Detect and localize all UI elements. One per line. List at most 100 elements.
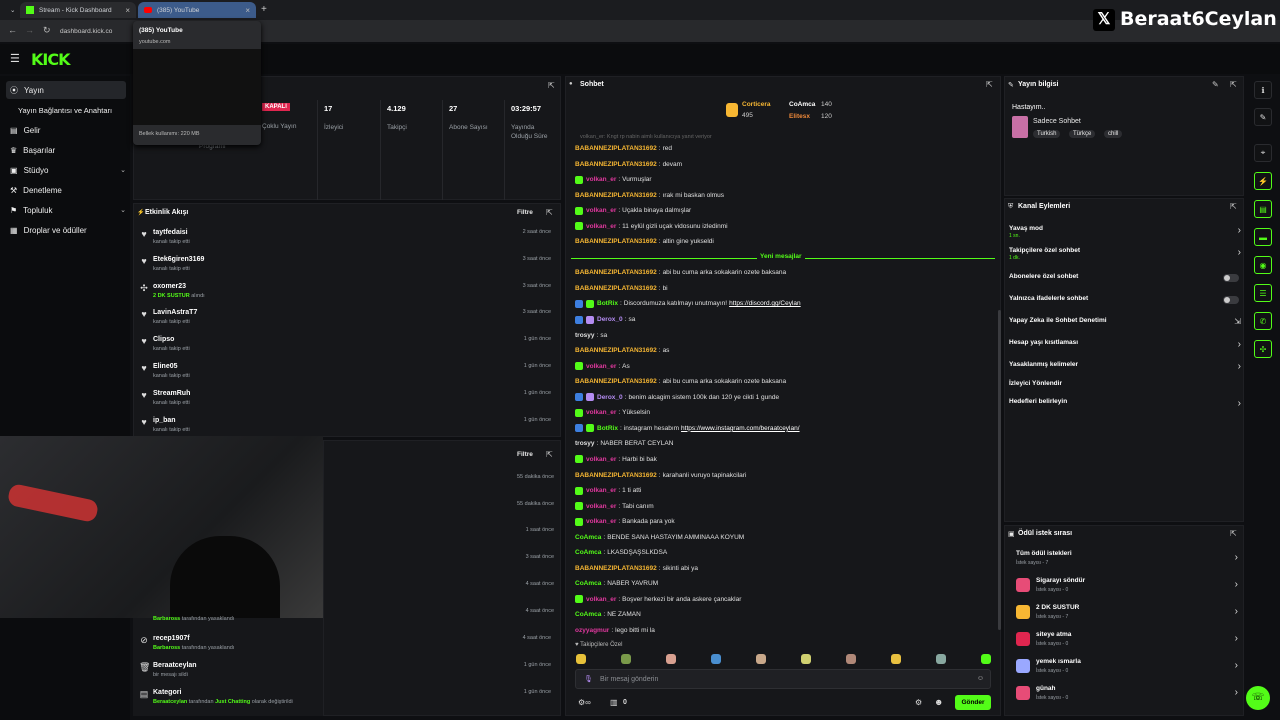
all-rewards-row[interactable]: Tüm ödül istekleri İstek sayısı - 7 › bbox=[1016, 549, 1238, 573]
emote-icon[interactable] bbox=[576, 654, 586, 664]
sidebar-item-stream-key[interactable]: Yayın Bağlantısı ve Anahtarı bbox=[14, 101, 134, 119]
channel-action-row[interactable]: Yapay Zeka ile Sohbet Denetimi ⇲ bbox=[1009, 317, 1241, 335]
microphone-icon[interactable]: 🎙 bbox=[584, 675, 593, 683]
subscriber-badge-icon bbox=[575, 595, 583, 604]
points-icon[interactable]: ⚙∞ bbox=[578, 698, 591, 707]
toggle-switch[interactable] bbox=[1223, 274, 1239, 282]
emote-icon[interactable] bbox=[891, 654, 901, 664]
channel-action-row[interactable]: Yalnızca ifadelerle sohbet bbox=[1009, 295, 1241, 313]
menu-icon[interactable]: ☰ bbox=[10, 52, 20, 65]
back-icon[interactable]: ← bbox=[8, 25, 17, 35]
chat-username: CoAmca bbox=[575, 549, 602, 557]
mod-log-desc: Beraatceylan tarafından Just Chatting ol… bbox=[153, 699, 293, 705]
emote-icon[interactable] bbox=[936, 654, 946, 664]
expand-icon[interactable]: ⇱ bbox=[1230, 80, 1237, 89]
emote-icon[interactable] bbox=[981, 654, 991, 664]
expand-icon[interactable]: ⇱ bbox=[546, 450, 553, 459]
chat-message: BotRix: Discordumuza katılmayı unutmayın!… bbox=[575, 297, 995, 310]
sidebar-item-basarilar[interactable]: ♛ Başarılar bbox=[6, 141, 126, 159]
reward-row[interactable]: 2 DK SUSTUR İstek sayısı - 7 › bbox=[1016, 603, 1238, 627]
channel-action-row[interactable]: Hedefleri belirleyin › bbox=[1009, 398, 1241, 416]
reward-name: günah bbox=[1036, 685, 1056, 692]
expand-icon[interactable]: ⇱ bbox=[986, 80, 993, 89]
emote-icon[interactable] bbox=[621, 654, 631, 664]
sidebar-item-studyo[interactable]: ▣ Stüdyo ⌄ bbox=[6, 161, 126, 179]
toggle-switch[interactable] bbox=[1223, 296, 1239, 304]
reward-row[interactable]: günah İstek sayısı - 0 › bbox=[1016, 684, 1238, 708]
broadcast-icon: ⦿ bbox=[10, 85, 18, 95]
reload-icon[interactable]: ↻ bbox=[43, 25, 51, 36]
chat-scrollbar[interactable] bbox=[998, 310, 1001, 630]
kick-logo[interactable]: KICK bbox=[31, 50, 70, 69]
tab-list-button[interactable]: ⌄ bbox=[4, 2, 18, 18]
expand-icon[interactable]: ⇱ bbox=[1230, 529, 1237, 538]
chevron-down-icon: ⌄ bbox=[120, 167, 126, 174]
send-button[interactable]: Gönder bbox=[955, 695, 991, 710]
channel-action-row[interactable]: Takipçilere özel sohbet 1 dk. › bbox=[1009, 247, 1241, 265]
sidebar-item-droplar[interactable]: ▦ Droplar ve ödüller bbox=[6, 221, 126, 239]
chat-username: BABANNEZIPLATAN31692 bbox=[575, 145, 657, 152]
reward-row[interactable]: yemek ısmarla İstek sayısı - 0 › bbox=[1016, 657, 1238, 681]
expand-icon[interactable]: ⇱ bbox=[546, 208, 553, 217]
chat-colon: : bbox=[618, 502, 621, 510]
reward-row[interactable]: siteye atma İstek sayısı - 0 › bbox=[1016, 630, 1238, 654]
emote-icon[interactable] bbox=[846, 654, 856, 664]
nodes-icon[interactable]: ✣ bbox=[1254, 340, 1272, 358]
wrench-icon[interactable]: ✆ bbox=[1254, 312, 1272, 330]
tab-youtube[interactable]: (385) YouTube × bbox=[138, 2, 256, 18]
chat-input[interactable]: 🎙 Bir mesaj gönderin ☺ bbox=[575, 669, 991, 689]
chat-link[interactable]: https://www.instagram.com/beraatceylan/ bbox=[681, 425, 800, 432]
document-icon[interactable]: ▤ bbox=[1254, 200, 1272, 218]
chat-colon: : bbox=[603, 533, 606, 541]
tag: Türkçe bbox=[1069, 130, 1096, 138]
channel-action-row[interactable]: Yasaklanmış kelimeler › bbox=[1009, 361, 1241, 379]
users-icon[interactable]: ☻ bbox=[934, 697, 943, 707]
sidebar-item-yayin[interactable]: ⦿ Yayın bbox=[6, 81, 126, 99]
chat-text: sa bbox=[600, 331, 608, 339]
pencil-icon[interactable]: ✎ bbox=[1254, 108, 1272, 126]
close-icon[interactable]: × bbox=[245, 6, 250, 15]
emote-icon[interactable] bbox=[666, 654, 676, 664]
emote-icon[interactable] bbox=[711, 654, 721, 664]
emoji-icon[interactable]: ☺ bbox=[977, 675, 984, 682]
channel-action-row[interactable]: İzleyici Yönlendir bbox=[1009, 380, 1241, 398]
info-icon[interactable]: ℹ bbox=[1254, 81, 1272, 99]
forward-icon[interactable]: → bbox=[25, 25, 34, 35]
activity-user: Eline05 bbox=[153, 363, 178, 370]
chat-colon: : bbox=[618, 409, 621, 417]
lightning-icon[interactable]: ⚡ bbox=[1254, 172, 1272, 190]
filter-button[interactable]: Filtre bbox=[517, 209, 533, 216]
expand-icon[interactable]: ⇱ bbox=[1230, 202, 1237, 211]
filter-button[interactable]: Filtre bbox=[517, 451, 533, 458]
chat-support-button[interactable]: ☏ bbox=[1246, 686, 1270, 710]
sidebar-item-gelir[interactable]: ▤ Gelir bbox=[6, 121, 126, 139]
emote-icon[interactable] bbox=[756, 654, 766, 664]
close-icon[interactable]: × bbox=[125, 6, 130, 15]
activity-desc: kanalı takip etti bbox=[153, 239, 190, 245]
mod-log-time: 55 dakika önce bbox=[517, 500, 554, 507]
subscriber-badge-icon bbox=[575, 222, 583, 231]
tab-kick-dashboard[interactable]: Stream - Kick Dashboard × bbox=[20, 2, 136, 18]
channel-action-row[interactable]: Hesap yaşı kısıtlaması › bbox=[1009, 339, 1241, 357]
broadcast-icon[interactable]: ◉ bbox=[1254, 256, 1272, 274]
chat-reply-preview: volkan_er: Kngt rp nabin aimlı kullanıcı… bbox=[580, 134, 712, 140]
channel-action-row[interactable]: Abonelere özel sohbet bbox=[1009, 273, 1241, 291]
sidebar-item-denetleme[interactable]: ⚒ Denetleme bbox=[6, 181, 126, 199]
sidebar-item-topluluk[interactable]: ⚑ Topluluk ⌄ bbox=[6, 201, 126, 219]
chat-bubble-icon[interactable]: ▬ bbox=[1254, 228, 1272, 246]
chat-colon: : bbox=[658, 269, 661, 277]
server-icon[interactable]: ☰ bbox=[1254, 284, 1272, 302]
top-gifter-name: CoAmca bbox=[789, 101, 816, 108]
chat-link[interactable]: https://discord.gg/Ceylan bbox=[729, 300, 801, 307]
chat-username: Derox_0 bbox=[597, 393, 623, 401]
gift-icon[interactable]: ▥ bbox=[610, 698, 618, 707]
emote-icon[interactable] bbox=[801, 654, 811, 664]
crosshair-icon[interactable]: ⌖ bbox=[1254, 144, 1272, 162]
channel-action-row[interactable]: Yavaş mod 1 sn. › bbox=[1009, 225, 1241, 243]
url-field[interactable]: dashboard.kick.co bbox=[60, 24, 140, 38]
settings-icon[interactable]: ⚙ bbox=[915, 698, 922, 707]
edit-icon[interactable]: ✎ bbox=[1212, 80, 1219, 89]
reward-row[interactable]: Sigarayı söndür İstek sayısı - 0 › bbox=[1016, 576, 1238, 600]
new-tab-icon[interactable]: + bbox=[261, 4, 267, 15]
expand-icon[interactable]: ⇱ bbox=[548, 81, 555, 90]
